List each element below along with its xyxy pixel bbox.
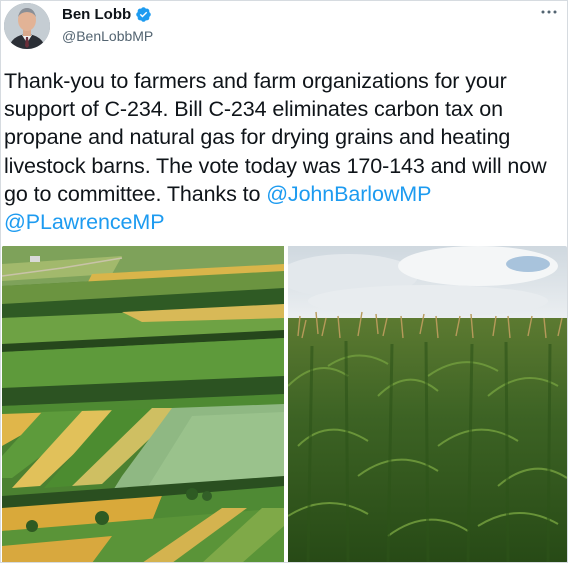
user-avatar-photo-icon <box>4 3 50 49</box>
tweet-card: Ben Lobb @BenLobbMP Thank-you to farmers… <box>0 0 568 563</box>
avatar[interactable] <box>4 3 50 49</box>
cornfield-photo-icon <box>288 246 567 562</box>
more-horizontal-icon[interactable] <box>539 3 559 21</box>
tweet-text: Thank-you to farmers and farm organizati… <box>4 67 562 236</box>
aerial-farmland-photo-icon <box>2 246 284 562</box>
author-name-row: Ben Lobb <box>62 6 152 23</box>
mention-link-johnbarlowmp[interactable]: @JohnBarlowMP <box>266 182 431 206</box>
author-handle[interactable]: @BenLobbMP <box>62 28 153 44</box>
tweet-media-grid <box>2 246 567 562</box>
author-display-name[interactable]: Ben Lobb <box>62 6 131 23</box>
verified-badge-icon <box>135 6 152 23</box>
mention-link-plawrencemp[interactable]: @PLawrenceMP <box>4 210 165 234</box>
media-photo-cornfield[interactable] <box>288 246 567 562</box>
media-photo-farmland[interactable] <box>2 246 284 562</box>
